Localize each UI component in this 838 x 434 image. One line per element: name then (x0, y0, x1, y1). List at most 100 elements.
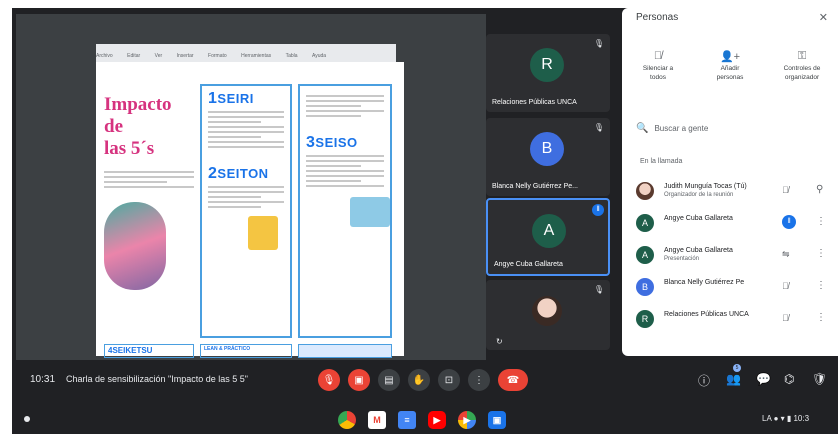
people-icon[interactable]: 👥 (726, 372, 741, 386)
youtube-icon[interactable]: ▶ (428, 411, 446, 429)
participant-name: Judith Munguía Tocas (Tú) (664, 183, 747, 190)
present-icon: ⊡ (444, 374, 454, 386)
close-icon[interactable]: ✕ (819, 11, 828, 24)
heading-text: SEIRI (217, 91, 254, 106)
heading-number: 2 (208, 165, 218, 182)
action-label: todos (650, 74, 666, 81)
self-tile[interactable]: 🎙 ↻ (486, 280, 610, 350)
add-people-button[interactable]: 👤+ Añadir personas (698, 50, 762, 82)
menu-item: Insertar (176, 53, 194, 59)
pin-icon[interactable]: ⚲ (816, 184, 823, 195)
participant-row[interactable]: A Angye Cuba Gallareta ⦀ ⋮ (636, 210, 832, 238)
camera-off-button[interactable]: ▣ (348, 369, 370, 391)
seiton-heading: 2SEITON (208, 165, 284, 183)
participant-role: Organizador de la reunión (664, 192, 734, 198)
present-button[interactable]: ⊡ (438, 369, 460, 391)
chrome-icon[interactable] (338, 411, 356, 429)
captions-icon: ▤ (384, 374, 394, 386)
menu-item: Herramientas (241, 53, 272, 59)
title-line-2: las 5´s (104, 138, 155, 159)
host-controls-icon[interactable]: 🛡 (812, 372, 827, 386)
lean-heading: LEAN & PRÁCTICO (200, 344, 292, 358)
brochure-column-2: 1SEIRI 2SEITON (200, 84, 292, 338)
participant-tile-active[interactable]: ⦀ A Angye Cuba Gallareta (486, 198, 610, 276)
play-store-icon[interactable]: ▶ (458, 411, 476, 429)
more-options-icon[interactable]: ⋮ (816, 280, 826, 291)
chat-icon[interactable]: 💬 (756, 372, 771, 386)
people-panel: Personas ✕ 🎙̸ Silenciar a todos 👤+ Añadi… (622, 8, 838, 356)
os-shelf: M ≡ ▶ ▶ ▣ LA ● ▾ ▮ 10:3 (12, 406, 838, 434)
search-people-input[interactable]: 🔍 Buscar a gente (636, 118, 824, 138)
self-video-avatar (532, 296, 562, 326)
phone-end-icon: ☎ (506, 374, 520, 386)
hand-icon: ✋ (412, 374, 426, 386)
avatar: R (636, 310, 654, 328)
participant-name: Blanca Nelly Gutiérrez Pe (664, 279, 745, 286)
more-options-icon[interactable]: ↻ (496, 337, 503, 346)
heading-number: 3 (306, 134, 316, 151)
mute-all-button[interactable]: 🎙̸ Silenciar a todos (626, 50, 690, 82)
s-graphic (104, 202, 166, 290)
mic-off-icon: 🎙 (322, 374, 336, 386)
gmail-icon[interactable]: M (368, 411, 386, 429)
more-options-icon[interactable]: ⋮ (816, 216, 826, 227)
brochure-column-1: Impacto de las 5´s (104, 84, 194, 338)
heading-text: LEAN & PRÁCTICO (204, 346, 251, 352)
more-options-button[interactable]: ⋮ (468, 369, 490, 391)
illustration (350, 197, 390, 227)
leave-call-button[interactable]: ☎ (498, 369, 528, 391)
heading-text: SEITON (217, 166, 269, 181)
heading-text: SEISO (315, 135, 358, 150)
participant-tile[interactable]: 🎙 B Blanca Nelly Gutiérrez Pe... (486, 118, 610, 196)
menu-item: Editar (127, 53, 141, 59)
more-options-icon[interactable]: ⋮ (816, 248, 826, 259)
avatar (636, 182, 654, 200)
menu-item: Tabla (285, 53, 298, 59)
participant-row[interactable]: R Relaciones Públicas UNCA 🎙̸ ⋮ (636, 306, 832, 334)
participant-row[interactable]: A Angye Cuba Gallareta Presentación ⇋ ⋮ (636, 242, 832, 270)
avatar: B (530, 132, 564, 166)
avatar: R (530, 48, 564, 82)
participant-name: Angye Cuba Gallareta (664, 215, 733, 222)
mic-off-button[interactable]: 🎙 (318, 369, 340, 391)
action-label: personas (716, 74, 744, 81)
camera-off-icon: ▣ (354, 374, 364, 386)
logo-box (298, 344, 392, 358)
raise-hand-button[interactable]: ✋ (408, 369, 430, 391)
info-icon[interactable]: ⓘ (698, 372, 710, 389)
brochure-title: Impacto de las 5´s (104, 94, 194, 160)
meeting-time: 10:31 (30, 374, 56, 385)
docs-icon[interactable]: ≡ (398, 411, 416, 429)
seiso-heading: 3SEISO (306, 134, 384, 152)
participant-row[interactable]: Judith Munguía Tocas (Tú) Organizador de… (636, 178, 832, 206)
more-options-icon[interactable]: ⋮ (816, 312, 826, 323)
key-icon: ⚿ (797, 50, 807, 62)
person-add-icon: 👤+ (719, 51, 741, 63)
action-label: Controles de (783, 65, 821, 72)
meet-window: Archivo Editar Ver Insertar Formato Herr… (12, 8, 838, 434)
action-label: Añadir (720, 65, 740, 72)
participant-row[interactable]: B Blanca Nelly Gutiérrez Pe 🎙̸ ⋮ (636, 274, 832, 302)
participant-tile[interactable]: 🎙 R Relaciones Públicas UNCA (486, 34, 610, 112)
menu-item: Ver (154, 53, 163, 59)
avatar: A (636, 214, 654, 232)
action-label: Silenciar a (642, 65, 674, 72)
captions-button[interactable]: ▤ (378, 369, 400, 391)
activities-icon[interactable]: ⌬ (784, 372, 794, 386)
search-icon: 🔍 (636, 122, 649, 134)
participant-name: Angye Cuba Gallareta (664, 247, 733, 254)
avatar: B (636, 278, 654, 296)
action-label: organizador (784, 74, 820, 81)
mic-off-icon: 🎙̸ (782, 281, 789, 291)
launcher-icon[interactable] (24, 416, 30, 422)
people-count-badge: 5 (733, 364, 741, 372)
mic-off-icon: 🎙̸ (653, 50, 663, 62)
host-controls-button[interactable]: ⚿ Controles de organizador (770, 50, 834, 82)
meet-icon[interactable]: ▣ (488, 411, 506, 429)
presenting-icon: ⇋ (782, 249, 790, 259)
brochure-page: Impacto de las 5´s 1SEIRI 2SEITON 3SEISO (96, 62, 404, 358)
meeting-control-bar: 10:31 Charla de sensibilización "Impacto… (12, 358, 838, 402)
section-label: En la llamada (640, 158, 683, 165)
participant-name: Relaciones Públicas UNCA (664, 311, 749, 318)
status-tray[interactable]: LA ● ▾ ▮ 10:3 (762, 414, 809, 423)
